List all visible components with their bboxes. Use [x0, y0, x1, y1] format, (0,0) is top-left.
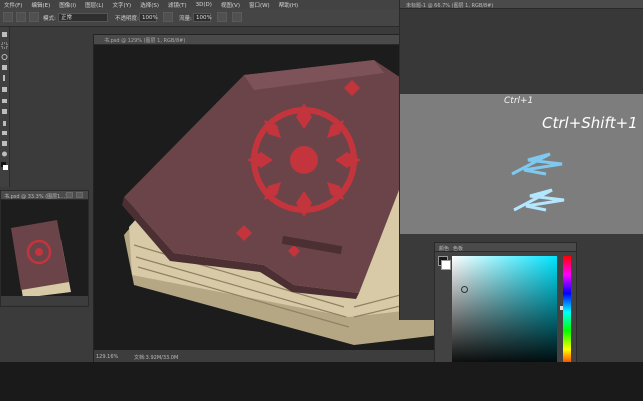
menu-help[interactable]: 帮助(H): [279, 1, 298, 9]
hue-slider-handle[interactable]: [560, 306, 563, 310]
type-tool-icon: [3, 121, 6, 126]
background-color-swatch: [3, 165, 8, 170]
flow-label: 流量:: [179, 16, 192, 22]
opacity-label: 不透明度:: [115, 16, 139, 22]
right-doc-header: 未标题-1 @ 66.7% (图层 1, RGB/8#): [400, 0, 643, 9]
hue-slider[interactable]: [563, 256, 571, 368]
crop-tool-icon: [3, 75, 5, 81]
swatches-tab[interactable]: 色板: [453, 245, 463, 252]
navigator-doc-header: 书.psd @ 33.3% (图层1...): [1, 191, 88, 200]
close-icon[interactable]: [76, 192, 83, 198]
brush-preset-button[interactable]: [3, 12, 13, 22]
move-tool-icon: [2, 32, 7, 37]
tools-panel: [0, 27, 10, 187]
background-swatch[interactable]: [441, 260, 451, 270]
main-doc-tab[interactable]: 书.psd @ 129% (图层 1, RGB/8#): [104, 37, 185, 44]
brush-tool-icon: [2, 87, 7, 92]
menu-file[interactable]: 文件(F): [4, 1, 22, 9]
marquee-tool-icon: [1, 42, 8, 49]
right-doc-empty-area: [400, 9, 643, 94]
opacity-field[interactable]: 100%: [139, 13, 158, 22]
menu-image[interactable]: 图像(I): [59, 1, 76, 9]
brush-panel-toggle-icon[interactable]: [29, 12, 39, 22]
menu-filter[interactable]: 滤镜(T): [168, 1, 187, 9]
saturation-brightness-field[interactable]: [452, 256, 557, 368]
menu-view[interactable]: 视图(V): [221, 1, 240, 9]
pressure-size-icon[interactable]: [232, 12, 242, 22]
menu-3d[interactable]: 3D(D): [196, 2, 212, 8]
options-bar: 模式: 正常 不透明度: 100% 流量: 100%: [0, 9, 400, 27]
menu-layer[interactable]: 图层(L): [85, 1, 103, 9]
airbrush-icon[interactable]: [217, 12, 227, 22]
menu-edit[interactable]: 编辑(E): [31, 1, 50, 9]
navigator-doc-tab[interactable]: 书.psd @ 33.3% (图层1...): [4, 193, 67, 200]
zoom-tool-icon: [2, 151, 7, 157]
right-doc-canvas[interactable]: Ctrl+1 Ctrl+Shift+1: [400, 94, 643, 234]
path-tool-icon: [2, 131, 7, 135]
menu-bar: 文件(F) 编辑(E) 图像(I) 图层(L) 文字(Y) 选择(S) 滤镜(T…: [0, 0, 400, 9]
menu-window[interactable]: 窗口(W): [249, 1, 270, 9]
lasso-tool-icon: [1, 54, 8, 60]
color-tab[interactable]: 颜色: [439, 245, 449, 252]
color-panel-header: 颜色 色板: [435, 243, 576, 252]
mode-label: 模式:: [43, 16, 56, 22]
color-picker-cursor[interactable]: [461, 286, 468, 293]
right-doc-tab[interactable]: 未标题-1 @ 66.7% (图层 1, RGB/8#): [406, 2, 493, 9]
mode-select[interactable]: 正常: [58, 13, 108, 22]
color-panel[interactable]: 颜色 色板: [434, 242, 577, 379]
quick-select-tool-icon: [2, 65, 7, 70]
gradient-tool-icon: [2, 109, 7, 114]
bottom-strip: [0, 362, 643, 401]
document-size: 文档:3.92M/33.0M: [134, 355, 179, 361]
menu-type[interactable]: 文字(Y): [113, 1, 132, 9]
brush-size-button[interactable]: [16, 12, 26, 22]
brush-strokes: [511, 152, 565, 212]
hand-tool-icon: [2, 141, 7, 146]
navigator-document-window[interactable]: 书.psd @ 33.3% (图层1...): [0, 190, 89, 307]
tool-icons[interactable]: [0, 27, 9, 187]
navigator-preview: [1, 200, 88, 305]
zoom-level[interactable]: 129.16%: [96, 354, 118, 360]
pressure-opacity-icon[interactable]: [163, 12, 173, 22]
minimize-icon[interactable]: [66, 192, 73, 198]
flow-field[interactable]: 100%: [193, 13, 212, 22]
eraser-tool-icon: [2, 99, 7, 103]
menu-select[interactable]: 选择(S): [140, 1, 159, 9]
